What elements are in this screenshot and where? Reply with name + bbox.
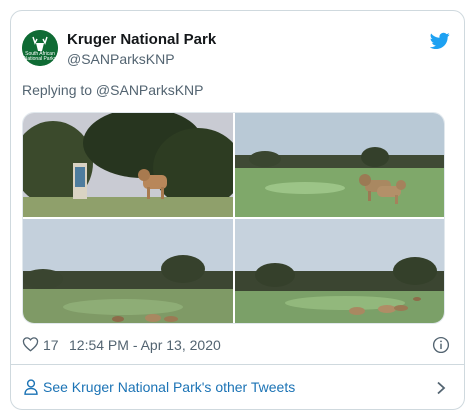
see-more-tweets-link[interactable]: See Kruger National Park's other Tweets xyxy=(11,365,464,409)
photo-4[interactable] xyxy=(235,219,444,323)
info-icon[interactable] xyxy=(432,336,450,354)
photo-1[interactable] xyxy=(23,113,233,217)
tweet-meta: 17 12:54 PM - Apr 13, 2020 xyxy=(22,335,450,355)
timestamp[interactable]: 12:54 PM - Apr 13, 2020 xyxy=(69,337,221,353)
twitter-bird-icon[interactable] xyxy=(430,32,450,50)
heart-icon[interactable] xyxy=(22,336,39,352)
avatar-logo-text: South African National Parks xyxy=(23,51,57,62)
person-icon xyxy=(24,379,38,395)
see-more-label[interactable]: See Kruger National Park's other Tweets xyxy=(43,379,295,395)
like-count[interactable]: 17 xyxy=(43,337,59,353)
reply-context[interactable]: Replying to @SANParksKNP xyxy=(22,82,204,98)
chevron-right-icon xyxy=(437,381,446,395)
photo-grid xyxy=(22,112,445,324)
author-name[interactable]: Kruger National Park xyxy=(67,31,216,48)
author-handle[interactable]: @SANParksKNP xyxy=(67,51,175,67)
tweet-header: South African National Parks Kruger Nati… xyxy=(22,30,450,70)
avatar[interactable]: South African National Parks xyxy=(22,30,58,66)
embedded-tweet-card: South African National Parks Kruger Nati… xyxy=(10,10,465,410)
photo-3[interactable] xyxy=(23,219,233,323)
photo-2[interactable] xyxy=(235,113,444,217)
